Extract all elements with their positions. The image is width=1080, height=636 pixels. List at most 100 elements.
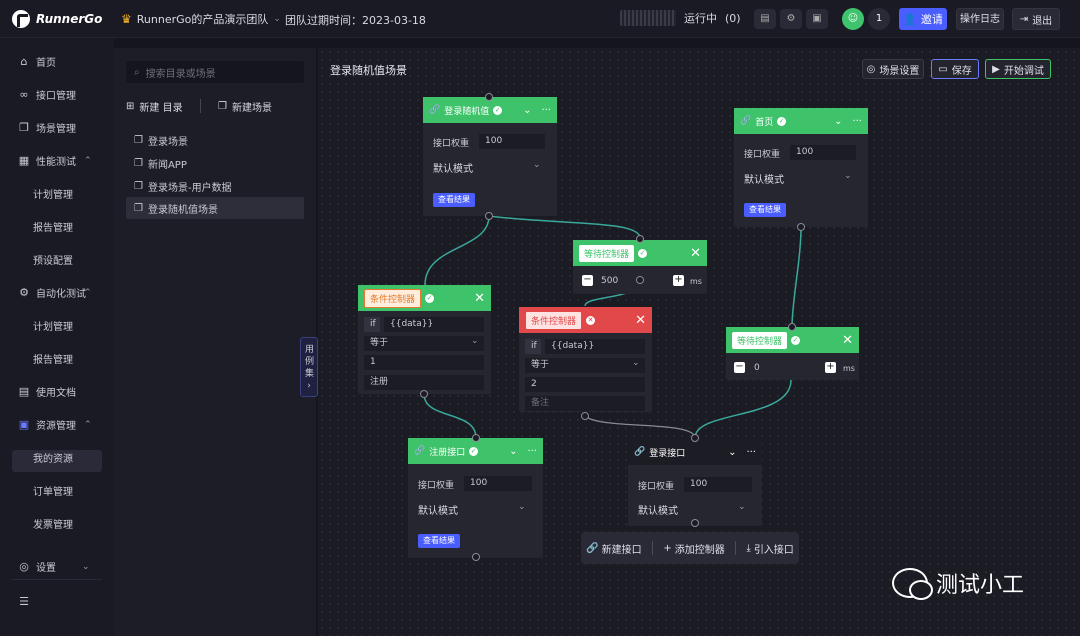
condition-note-input[interactable]: 注册 bbox=[364, 375, 484, 390]
node-header[interactable]: 等待控制器 ✓ ✕ bbox=[573, 240, 707, 266]
wait-value-input[interactable]: 0 bbox=[754, 363, 760, 373]
sidebar-item-plan[interactable]: 计划管理 bbox=[33, 186, 73, 201]
node-anchor[interactable] bbox=[581, 412, 589, 420]
weight-input[interactable]: 100 bbox=[479, 134, 545, 149]
app-logo[interactable]: RunnerGo bbox=[12, 10, 102, 28]
node-anchor[interactable] bbox=[472, 434, 480, 442]
sidebar-item-report[interactable]: 报告管理 bbox=[33, 219, 73, 234]
message-icon[interactable]: ▣ bbox=[806, 9, 828, 29]
chevron-down-icon[interactable]: ⌄ bbox=[728, 447, 736, 458]
sidebar-item-api[interactable]: ∞ 接口管理 bbox=[18, 87, 76, 102]
node-header[interactable]: 🔗 登录接口 ⌄ ··· bbox=[628, 439, 762, 465]
team-switcher[interactable]: ♛ RunnerGo的产品演示团队 ⌄ bbox=[121, 11, 281, 27]
doc-icon[interactable]: ▤ bbox=[754, 9, 776, 29]
tree-item[interactable]: ❐ 新闻APP bbox=[126, 152, 304, 174]
chevron-down-icon[interactable]: ⌄ bbox=[523, 105, 531, 116]
wait-controller-node-2[interactable]: 等待控制器 ✓ ✕ − 0 + ms bbox=[726, 327, 859, 380]
operation-log-button[interactable]: 操作日志 bbox=[956, 8, 1004, 30]
search-input[interactable]: ⌕ 搜索目录或场景 bbox=[126, 61, 304, 83]
sidebar-item-settings[interactable]: ◎ 设置 ⌄ bbox=[18, 559, 89, 574]
wait-value-input[interactable]: 500 bbox=[601, 276, 618, 286]
condition-operator-select[interactable]: 等于 bbox=[525, 358, 645, 373]
node-anchor[interactable] bbox=[485, 93, 493, 101]
more-icon[interactable]: ··· bbox=[746, 447, 756, 458]
node-anchor[interactable] bbox=[485, 212, 493, 220]
more-icon[interactable]: ··· bbox=[541, 105, 551, 116]
weight-input[interactable]: 100 bbox=[464, 476, 532, 491]
condition-note-input[interactable]: 备注 bbox=[525, 396, 645, 411]
node-anchor[interactable] bbox=[636, 276, 644, 284]
condition-controller-node-2[interactable]: 条件控制器 ✕ ✕ if {{data}} 等于 ⌄ 2 备注 bbox=[519, 307, 652, 412]
avatar[interactable]: ☺ bbox=[842, 8, 864, 30]
mode-select[interactable]: 默认模式 bbox=[418, 502, 458, 517]
sidebar-item-orders[interactable]: 订单管理 bbox=[33, 483, 73, 498]
add-controller-button[interactable]: + 添加控制器 bbox=[663, 541, 724, 556]
node-anchor[interactable] bbox=[691, 519, 699, 527]
sidebar-item-auto-plan[interactable]: 计划管理 bbox=[33, 318, 73, 333]
condition-value-input[interactable]: 1 bbox=[364, 355, 484, 370]
close-icon[interactable]: ✕ bbox=[842, 333, 853, 348]
condition-operator-select[interactable]: 等于 bbox=[364, 336, 484, 351]
node-header[interactable]: 条件控制器 ✕ ✕ bbox=[519, 307, 652, 333]
condition-var-input[interactable]: {{data}} bbox=[545, 339, 645, 354]
api-node-home[interactable]: 🔗 首页 ✓ ⌄ ··· 接口权重 100 默认模式 ⌄ 查看结果 bbox=[734, 108, 868, 227]
weight-input[interactable]: 100 bbox=[684, 477, 752, 492]
weight-input[interactable]: 100 bbox=[790, 145, 856, 160]
node-anchor[interactable] bbox=[420, 390, 428, 398]
condition-value-input[interactable]: 2 bbox=[525, 377, 645, 392]
chevron-down-icon[interactable]: ⌄ bbox=[509, 446, 517, 457]
mode-select[interactable]: 默认模式 bbox=[433, 160, 473, 175]
node-header[interactable]: 🔗 登录随机值 ✓ ⌄ ··· bbox=[423, 97, 557, 123]
new-api-button[interactable]: 🔗 新建接口 bbox=[586, 541, 641, 556]
sidebar-item-perf[interactable]: ▦ 性能测试 ⌃ bbox=[18, 153, 92, 168]
new-directory-button[interactable]: ⊞ 新建 目录 bbox=[126, 99, 183, 114]
logout-button[interactable]: ⇥ 退出 bbox=[1012, 8, 1060, 30]
api-node-register[interactable]: 🔗 注册接口 ✓ ⌄ ··· 接口权重 100 默认模式 ⌄ 查看结果 bbox=[408, 438, 543, 558]
minus-icon[interactable]: − bbox=[734, 362, 745, 373]
mode-select[interactable]: 默认模式 bbox=[638, 502, 678, 517]
node-header[interactable]: 🔗 首页 ✓ ⌄ ··· bbox=[734, 108, 868, 134]
new-scene-button[interactable]: ❐ 新建场景 bbox=[218, 99, 272, 114]
plus-icon[interactable]: + bbox=[825, 362, 836, 373]
api-node-login[interactable]: 🔗 登录接口 ⌄ ··· 接口权重 100 默认模式 ⌄ bbox=[628, 439, 762, 526]
node-anchor[interactable] bbox=[636, 235, 644, 243]
close-icon[interactable]: ✕ bbox=[635, 313, 646, 328]
start-debug-button[interactable]: ▶ 开始调试 bbox=[985, 59, 1051, 79]
condition-controller-node-1[interactable]: 条件控制器 ✓ ✕ if {{data}} 等于 ⌄ 1 注册 bbox=[358, 285, 491, 394]
more-icon[interactable]: ··· bbox=[852, 116, 862, 127]
import-api-button[interactable]: ⤓ 引入接口 bbox=[746, 541, 793, 556]
node-header[interactable]: 条件控制器 ✓ ✕ bbox=[358, 285, 491, 311]
api-node-login-random[interactable]: 🔗 登录随机值 ✓ ⌄ ··· 接口权重 100 默认模式 ⌄ 查看结果 bbox=[423, 97, 557, 216]
save-button[interactable]: ▭ 保存 bbox=[931, 59, 979, 79]
sidebar-item-my-resource[interactable]: 我的资源 bbox=[33, 450, 73, 465]
sidebar-item-invoice[interactable]: 发票管理 bbox=[33, 516, 73, 531]
more-icon[interactable]: ··· bbox=[527, 446, 537, 457]
close-icon[interactable]: ✕ bbox=[690, 246, 701, 261]
sidebar-item-auto-report[interactable]: 报告管理 bbox=[33, 351, 73, 366]
node-anchor[interactable] bbox=[797, 223, 805, 231]
minus-icon[interactable]: − bbox=[582, 275, 593, 286]
node-anchor[interactable] bbox=[691, 434, 699, 442]
scene-settings-button[interactable]: ◎ 场景设置 bbox=[862, 59, 924, 79]
node-anchor[interactable] bbox=[788, 323, 796, 331]
wait-controller-node-1[interactable]: 等待控制器 ✓ ✕ − 500 + ms bbox=[573, 240, 707, 294]
running-status[interactable]: 运行中 (0) bbox=[620, 10, 741, 26]
view-result-button[interactable]: 查看结果 bbox=[433, 193, 475, 207]
tree-item[interactable]: ❐ 登录场景-用户数据 bbox=[126, 175, 304, 197]
sidebar-item-home[interactable]: ⌂ 首页 bbox=[18, 54, 57, 69]
sidebar-item-auto[interactable]: ⚙ 自动化测试 ⌃ bbox=[18, 285, 91, 300]
gear-icon[interactable]: ⚙ bbox=[780, 9, 802, 29]
condition-var-input[interactable]: {{data}} bbox=[384, 317, 484, 332]
view-result-button[interactable]: 查看结果 bbox=[744, 203, 786, 217]
node-anchor[interactable] bbox=[472, 553, 480, 561]
close-icon[interactable]: ✕ bbox=[474, 291, 485, 306]
usecase-toggle[interactable]: 用例集 › bbox=[300, 337, 318, 397]
chevron-down-icon[interactable]: ⌄ bbox=[834, 116, 842, 127]
mode-select[interactable]: 默认模式 bbox=[744, 171, 784, 186]
view-result-button[interactable]: 查看结果 bbox=[418, 534, 460, 548]
plus-icon[interactable]: + bbox=[673, 275, 684, 286]
sidebar-item-docs[interactable]: ▤ 使用文档 bbox=[18, 384, 76, 399]
sidebar-item-preset[interactable]: 预设配置 bbox=[33, 252, 73, 267]
sidebar-item-scene[interactable]: ❐ 场景管理 bbox=[18, 120, 76, 135]
collapse-sidebar-button[interactable]: ☰ bbox=[18, 595, 30, 608]
